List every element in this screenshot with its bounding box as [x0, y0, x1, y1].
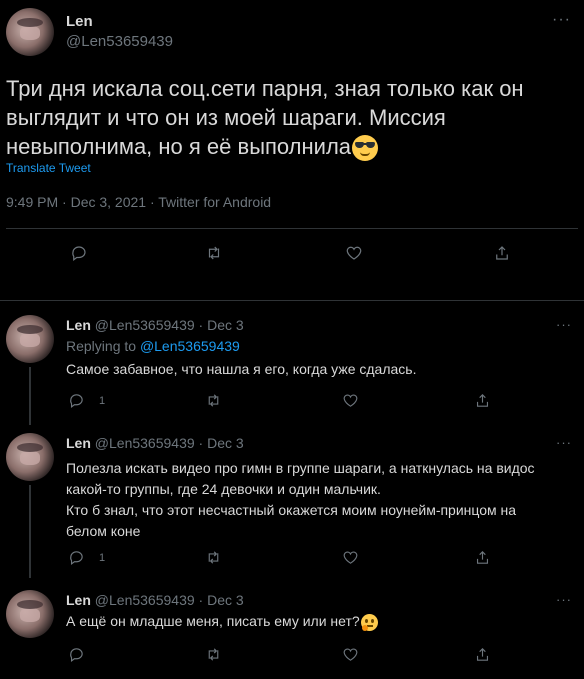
author-handle[interactable]: @Len53659439 — [95, 435, 195, 451]
tweet-text-line: Кто б знал, что этот несчастный окажется… — [66, 502, 517, 518]
reply-tweet[interactable]: Len @Len53659439 · Dec 3 ··· А ещё он мл… — [0, 578, 584, 679]
reply-count: 1 — [99, 394, 106, 407]
tweet-date[interactable]: · Dec 3 — [199, 592, 244, 608]
tweet-text-line: белом коне — [66, 523, 141, 539]
thread-line — [29, 367, 31, 425]
author-name[interactable]: Len — [66, 435, 91, 451]
author-name[interactable]: Len — [66, 317, 91, 333]
share-icon[interactable] — [493, 244, 511, 262]
author-handle[interactable]: @Len53659439 — [66, 33, 173, 50]
sunglasses-emoji — [352, 135, 379, 162]
tweet-text: Полезла искать видео про гимн в группе ш… — [66, 458, 535, 542]
more-icon[interactable]: ··· — [552, 12, 571, 28]
like-icon[interactable] — [342, 392, 359, 409]
reply-tweet[interactable]: Len @Len53659439 · Dec 3 ··· Полезла иск… — [0, 421, 584, 578]
author-handle[interactable]: @Len53659439 — [95, 592, 195, 608]
like-icon[interactable] — [342, 549, 359, 566]
tweet-text-line: какой-то группы, где 24 девочки и один м… — [66, 481, 381, 497]
more-icon[interactable]: ··· — [556, 318, 572, 331]
share-icon[interactable] — [474, 392, 491, 409]
tweet-text-body: А ещё он младше меня, писать ему или нет… — [66, 613, 360, 629]
avatar[interactable] — [6, 315, 54, 363]
author-name[interactable]: Len — [66, 592, 91, 608]
retweet-icon[interactable] — [205, 646, 222, 663]
author-handle[interactable]: @Len53659439 — [95, 317, 195, 333]
replying-to-handle[interactable]: @Len53659439 — [140, 338, 240, 354]
reply-header: Len @Len53659439 · Dec 3 — [66, 435, 244, 451]
like-icon[interactable] — [342, 646, 359, 663]
avatar[interactable] — [6, 590, 54, 638]
translate-tweet-link[interactable]: Translate Tweet — [6, 161, 91, 175]
share-icon[interactable] — [474, 549, 491, 566]
more-icon[interactable]: ··· — [556, 593, 572, 606]
replying-to: Replying to @Len53659439 — [66, 338, 240, 354]
tweet-date[interactable]: · Dec 3 — [199, 317, 244, 333]
avatar[interactable] — [6, 8, 54, 56]
reply-header: Len @Len53659439 · Dec 3 — [66, 592, 244, 608]
divider — [6, 228, 578, 229]
retweet-icon[interactable] — [205, 244, 223, 262]
tweet-text: Самое забавное, что нашла я его, когда у… — [66, 361, 417, 377]
avatar[interactable] — [6, 433, 54, 481]
reply-tweet[interactable]: Len @Len53659439 · Dec 3 ··· Replying to… — [0, 301, 584, 425]
retweet-icon[interactable] — [205, 549, 222, 566]
reply-header: Len @Len53659439 · Dec 3 — [66, 317, 244, 333]
more-icon[interactable]: ··· — [556, 436, 572, 449]
tweet-date[interactable]: · Dec 3 — [199, 435, 244, 451]
retweet-icon[interactable] — [205, 392, 222, 409]
tweet-text: А ещё он младше меня, писать ему или нет… — [66, 613, 378, 631]
reply-count: 1 — [99, 551, 106, 564]
tweet-meta[interactable]: 9:49 PM · Dec 3, 2021 · Twitter for Andr… — [6, 194, 271, 210]
author-name[interactable]: Len — [66, 13, 93, 30]
share-icon[interactable] — [474, 646, 491, 663]
thinking-emoji — [360, 613, 378, 631]
reply-icon[interactable]: 1 — [68, 392, 105, 409]
main-tweet: Len @Len53659439 ··· Три дня искала соц.… — [0, 0, 584, 290]
tweet-text-body: Три дня искала соц.сети парня, зная толь… — [6, 76, 524, 159]
tweet-text: Три дня искала соц.сети парня, зная толь… — [6, 74, 566, 162]
reply-icon[interactable] — [70, 244, 88, 262]
reply-icon[interactable]: 1 — [68, 549, 105, 566]
like-icon[interactable] — [345, 244, 363, 262]
replying-to-label: Replying to — [66, 338, 140, 354]
thread-line — [29, 485, 31, 578]
tweet-text-line: Полезла искать видео про гимн в группе ш… — [66, 460, 535, 476]
reply-icon[interactable] — [68, 646, 85, 663]
